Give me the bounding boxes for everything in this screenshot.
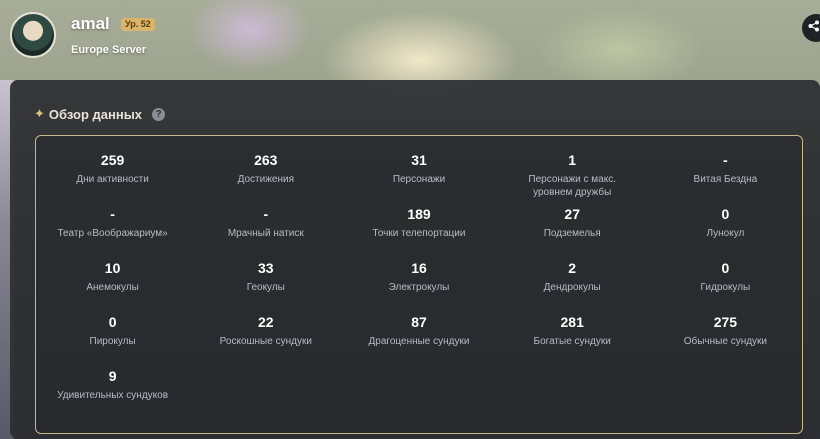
stat-label: Мрачный натиск bbox=[227, 228, 304, 239]
stat-item: 33 Геокулы bbox=[189, 260, 342, 314]
stat-label: Театр «Воображариум» bbox=[57, 228, 168, 239]
stat-value: 0 bbox=[721, 260, 730, 276]
stat-label: Анемокулы bbox=[86, 282, 139, 293]
stat-value: 22 bbox=[258, 314, 274, 330]
stat-label: Точки телепортации bbox=[372, 228, 466, 239]
overview-title: Обзор данных bbox=[48, 106, 143, 122]
stat-value: 87 bbox=[411, 314, 427, 330]
stat-item: 87 Драгоценные сундуки bbox=[342, 314, 495, 368]
stat-value: - bbox=[723, 152, 728, 168]
stat-value: 27 bbox=[564, 206, 580, 222]
stat-item: 27 Подземелья bbox=[496, 206, 649, 260]
stat-label: Пирокулы bbox=[89, 336, 136, 347]
stat-label: Обычные сундуки bbox=[683, 336, 768, 347]
stat-item: - Мрачный натиск bbox=[189, 206, 342, 260]
stat-item: 0 Гидрокулы bbox=[649, 260, 802, 314]
stat-value: 263 bbox=[254, 152, 278, 168]
stat-item: 0 Лунокул bbox=[649, 206, 802, 260]
stat-value: 16 bbox=[411, 260, 427, 276]
server-name: Europe Server bbox=[71, 44, 147, 56]
stat-label: Достижения bbox=[237, 174, 294, 185]
stat-item: 2 Дендрокулы bbox=[496, 260, 649, 314]
stat-value: 0 bbox=[108, 314, 117, 330]
stat-value: 189 bbox=[407, 206, 431, 222]
stat-label: Богатые сундуки bbox=[533, 336, 611, 347]
stat-item: 31 Персонажи bbox=[342, 152, 495, 206]
level-badge: Ур. 52 bbox=[121, 18, 155, 31]
stat-value: 31 bbox=[411, 152, 427, 168]
stat-item: 9 Удивительных сундуков bbox=[36, 368, 189, 422]
stat-value: 259 bbox=[100, 152, 125, 168]
stat-item: 263 Достижения bbox=[189, 152, 342, 206]
stat-value: 9 bbox=[108, 368, 117, 384]
help-icon[interactable]: ? bbox=[152, 107, 166, 121]
username: amal bbox=[71, 14, 110, 33]
overview-header: ✦ Обзор данных ? bbox=[34, 106, 166, 122]
stat-label: Дендрокулы bbox=[543, 282, 601, 293]
stat-item: 10 Анемокулы bbox=[36, 260, 189, 314]
stat-label: Персонажи bbox=[392, 174, 446, 185]
stat-item: 16 Электрокулы bbox=[342, 260, 495, 314]
stat-item: 275 Обычные сундуки bbox=[649, 314, 802, 368]
stat-value: 275 bbox=[713, 314, 738, 330]
stats-box: 259 Дни активности 263 Достижения 31 Персонаж… bbox=[35, 135, 803, 434]
stat-item: - Витая Бездна bbox=[649, 152, 802, 206]
stat-value: 33 bbox=[258, 260, 274, 276]
stat-item: 259 Дни активности bbox=[36, 152, 189, 206]
stat-item: 0 Пирокулы bbox=[36, 314, 189, 368]
stat-value: 2 bbox=[568, 260, 577, 276]
stat-label: Гидрокулы bbox=[700, 282, 751, 293]
share-icon bbox=[808, 20, 820, 35]
stat-value: 281 bbox=[560, 314, 584, 330]
stat-label: Драгоценные сундуки bbox=[368, 336, 470, 347]
stat-item: 189 Точки телепортации bbox=[342, 206, 495, 260]
stat-value: - bbox=[263, 206, 269, 222]
stat-value: 0 bbox=[721, 206, 730, 222]
avatar[interactable] bbox=[10, 12, 56, 58]
stat-item: 22 Роскошные сундуки bbox=[189, 314, 342, 368]
stat-label: Подземелья bbox=[543, 228, 601, 239]
stat-label: Удивительных сундуков bbox=[57, 390, 169, 401]
sparkle-icon: ✦ bbox=[34, 106, 45, 121]
stat-label: Геокулы bbox=[246, 282, 285, 293]
stat-label: Персонажи с макс. уровнем дружбы bbox=[528, 174, 616, 198]
stat-label: Дни активности bbox=[76, 174, 149, 185]
stat-item: 1 Персонажи с макс. уровнем дружбы bbox=[496, 152, 649, 206]
stat-value: 10 bbox=[104, 260, 121, 276]
stats-grid: 259 Дни активности 263 Достижения 31 Персонаж… bbox=[36, 136, 802, 422]
stat-label: Электрокулы bbox=[388, 282, 450, 293]
stat-label: Лунокул bbox=[706, 228, 745, 239]
stat-label: Роскошные сундуки bbox=[219, 336, 312, 347]
stat-value: 1 bbox=[568, 152, 577, 168]
stat-label: Витая Бездна bbox=[693, 174, 758, 185]
stat-item: 281 Богатые сундуки bbox=[496, 314, 649, 368]
stat-value: - bbox=[110, 206, 115, 222]
stat-item: - Театр «Воображариум» bbox=[36, 206, 189, 260]
